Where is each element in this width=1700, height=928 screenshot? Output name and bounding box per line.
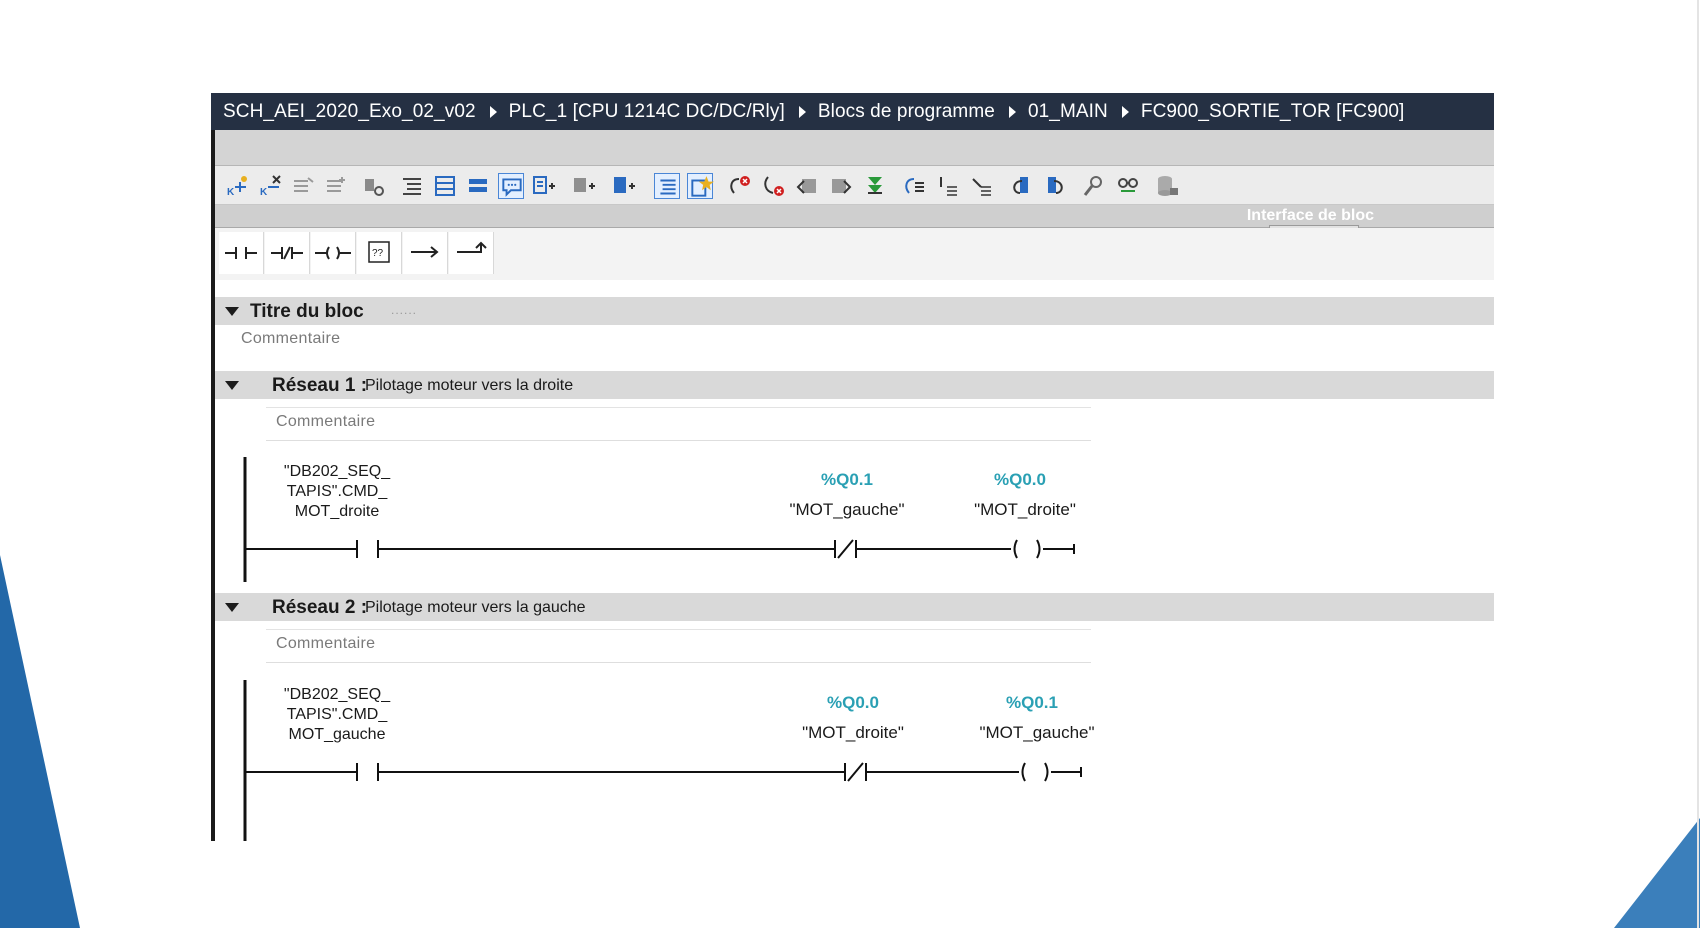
breadcrumb-separator-icon: [798, 105, 806, 118]
breadcrumb-program-blocks[interactable]: Blocs de programme: [818, 101, 995, 123]
network-2-nc-operand[interactable]: "MOT_droite": [778, 723, 928, 743]
open-all-icon[interactable]: [611, 173, 637, 199]
expand-networks-icon[interactable]: [531, 173, 557, 199]
network-2-label: Réseau 2 :: [272, 597, 368, 618]
open-branch-icon[interactable]: [403, 232, 448, 274]
breadcrumb-separator-icon: [489, 105, 497, 118]
network-1-coil-operand[interactable]: "MOT_droite": [950, 500, 1100, 520]
monitor-icon[interactable]: [361, 173, 387, 199]
network-1-title[interactable]: Pilotage moteur vers la droite: [365, 377, 573, 395]
delete-network-icon[interactable]: K: [257, 173, 283, 199]
absolute-operands-icon[interactable]: [432, 173, 458, 199]
network-2-coil-address: %Q0.1: [1006, 693, 1058, 712]
nc-contact[interactable]: [834, 539, 857, 559]
editor-header-bar: [215, 130, 1494, 166]
network-list-icon[interactable]: [399, 173, 425, 199]
network-1-coil-address: %Q0.0: [994, 470, 1046, 489]
block-interface-bar: Interface de bloc: [215, 205, 1494, 231]
empty-box-icon[interactable]: ??: [357, 232, 402, 274]
network-2-comment: Commentaire: [276, 635, 376, 652]
compile-icon[interactable]: [862, 173, 888, 199]
svg-text:K: K: [260, 187, 268, 198]
add-row-icon[interactable]: [323, 173, 349, 199]
coil-icon[interactable]: [311, 232, 356, 274]
svg-text:??: ??: [372, 248, 384, 259]
network-1-header[interactable]: Réseau 1 : Pilotage moteur vers la droit…: [215, 371, 1494, 399]
block-title: Titre du bloc: [250, 301, 364, 322]
show-favorites-icon[interactable]: [687, 173, 714, 199]
breadcrumb-project[interactable]: SCH_AEI_2020_Exo_02_v02: [223, 101, 476, 123]
breadcrumb-main[interactable]: 01_MAIN: [1028, 101, 1108, 123]
block-comment[interactable]: Commentaire: [241, 330, 340, 348]
coil[interactable]: [1013, 539, 1041, 559]
network-2-title[interactable]: Pilotage moteur vers la gauche: [365, 599, 586, 617]
operand-display-icon[interactable]: [654, 173, 680, 199]
breadcrumb-plc[interactable]: PLC_1 [CPU 1214C DC/DC/Rly]: [509, 101, 785, 123]
network-1-contact-operand[interactable]: "DB202_SEQ_ TAPIS".CMD_ MOT_droite: [267, 462, 407, 522]
ladder-instruction-palette: ??: [215, 228, 1494, 280]
next-error-icon[interactable]: [828, 173, 854, 199]
breadcrumb-block[interactable]: FC900_SORTIE_TOR [FC900]: [1141, 101, 1405, 123]
network-1-comment: Commentaire: [276, 413, 376, 430]
network-2-header[interactable]: Réseau 2 : Pilotage moteur vers la gauch…: [215, 593, 1494, 621]
close-branch-icon[interactable]: [449, 232, 494, 274]
collapse-triangle-icon[interactable]: [225, 307, 239, 316]
svg-text:K: K: [227, 187, 235, 198]
network-1-nc-operand[interactable]: "MOT_gauche": [772, 500, 922, 520]
breadcrumb-separator-icon: [1008, 105, 1016, 118]
breadcrumb: SCH_AEI_2020_Exo_02_v02 PLC_1 [CPU 1214C…: [211, 93, 1494, 130]
network-1-nc-address: %Q0.1: [821, 470, 873, 489]
nc-contact-icon[interactable]: [265, 232, 310, 274]
collapse-icon[interactable]: [969, 173, 995, 199]
coil[interactable]: [1021, 762, 1049, 782]
no-contact-icon[interactable]: [219, 232, 264, 274]
network-2-nc-address: %Q0.0: [827, 693, 879, 712]
nc-contact[interactable]: [844, 762, 867, 782]
go-to-error-icon[interactable]: [726, 173, 752, 199]
insert-row-icon[interactable]: [290, 173, 316, 199]
monitor-on-icon[interactable]: [1081, 173, 1107, 199]
network-2-contact-operand[interactable]: "DB202_SEQ_ TAPIS".CMD_ MOT_gauche: [267, 685, 407, 745]
call-hierarchy-icon[interactable]: [901, 173, 927, 199]
network-1-comment-box[interactable]: Commentaire: [266, 407, 1091, 441]
network-1-label: Réseau 1 :: [272, 375, 368, 396]
rung-wire: [1051, 767, 1082, 777]
collapse-networks-icon[interactable]: [571, 173, 597, 199]
glasses-icon[interactable]: [1115, 173, 1141, 199]
expand-icon[interactable]: [935, 173, 961, 199]
back-icon[interactable]: [1008, 173, 1034, 199]
editor-toolbar: K K: [215, 166, 1494, 205]
insert-network-icon[interactable]: K: [224, 173, 250, 199]
network-1-ladder: "DB202_SEQ_ TAPIS".CMD_ MOT_droite %Q0.1…: [241, 452, 1091, 592]
tia-portal-editor: SCH_AEI_2020_Exo_02_v02 PLC_1 [CPU 1214C…: [211, 93, 1494, 841]
favorites-bar-icon[interactable]: [465, 173, 491, 199]
collapse-triangle-icon[interactable]: [225, 603, 239, 612]
network-2-ladder: "DB202_SEQ_ TAPIS".CMD_ MOT_gauche %Q0.0…: [241, 675, 1095, 841]
clear-error-icon[interactable]: [760, 173, 786, 199]
previous-error-icon[interactable]: [794, 173, 820, 199]
block-title-header[interactable]: Titre du bloc ......: [215, 297, 1494, 325]
no-contact[interactable]: [356, 763, 379, 781]
comments-icon[interactable]: [498, 173, 524, 199]
collapse-triangle-icon[interactable]: [225, 381, 239, 390]
network-2-comment-box[interactable]: Commentaire: [266, 629, 1091, 663]
block-interface-label[interactable]: Interface de bloc: [1247, 207, 1374, 225]
block-title-placeholder[interactable]: ......: [391, 303, 417, 317]
rung-wire: [1043, 544, 1075, 554]
network-2-coil-operand[interactable]: "MOT_gauche": [962, 723, 1112, 743]
no-contact[interactable]: [356, 540, 379, 558]
forward-icon[interactable]: [1042, 173, 1068, 199]
breadcrumb-separator-icon: [1121, 105, 1129, 118]
database-lock-icon[interactable]: [1154, 173, 1180, 199]
